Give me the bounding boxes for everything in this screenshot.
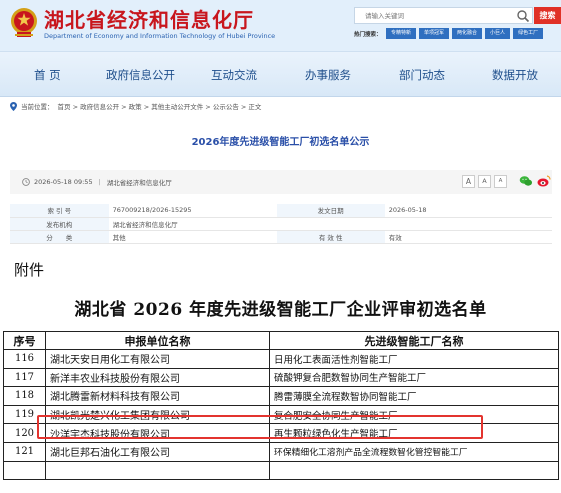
company-name [45,460,270,481]
factory-name: 环保精细化工溶剂产品全流程数智化管控智能工厂 [269,441,559,462]
info-key: 分 类 [10,230,109,244]
attachment-label: 附件 [14,261,45,279]
shortlist-table-wrap: 序号 申报单位名称 先进级智能工厂名称 116 湖北天安日用化工有限公司 日用化… [3,331,559,493]
breadcrumb-path[interactable]: 首页 > 政府信息公开 > 政策 > 其他主动公开文件 > 公示公告 > 正文 [58,101,262,111]
site-header: 湖北省经济和信息化厅 Department of Economy and Inf… [0,0,561,52]
search-icon[interactable] [516,9,530,23]
company-name: 新洋丰农业科技股份有限公司 [45,367,270,388]
info-key: 有 效 性 [276,230,385,244]
table-row: 116 湖北天安日用化工有限公司 日用化工表面活性剂智能工厂 [3,349,559,369]
wechat-icon[interactable] [519,174,533,188]
hot-tag[interactable]: 单项冠军 [419,28,450,39]
info-row: 发布机构 湖北省经济和信息化厅 [10,217,552,231]
company-name: 湖北天安日用化工有限公司 [45,349,270,369]
main-nav: 首 页 政府信息公开 互动交流 办事服务 部门动态 数据开放 [0,52,561,97]
info-key: 发文日期 [276,204,385,218]
page-title: 2026年度先进级智能工厂初选名单公示 [191,137,370,148]
document-info-table: 索 引 号 767009218/2026-15295 发文日期 2026-05-… [10,204,552,244]
shortlist-table: 序号 申报单位名称 先进级智能工厂名称 116 湖北天安日用化工有限公司 日用化… [3,331,559,481]
font-size-controls: A A A [462,175,507,188]
factory-name: 腾雷薄膜全流程数智协同智能工厂 [269,386,559,406]
column-header: 先进级智能工厂名称 [269,331,559,350]
info-key [276,217,385,231]
row-number: 121 [3,441,46,462]
nav-item-services[interactable]: 办事服务 [305,67,351,83]
info-value [384,217,552,231]
search-button[interactable]: 搜索 [534,7,561,24]
info-value: 2026-05-18 [384,204,552,218]
row-number [3,460,46,481]
meta-bar: 2026-05-18 09:55 | 湖北省经济和信息化厅 A A A [10,170,552,194]
row-highlight-box [37,415,483,439]
hot-tag[interactable]: 专精特新 [386,28,417,39]
nav-item-dept-news[interactable]: 部门动态 [399,67,445,83]
table-header-row: 序号 申报单位名称 先进级智能工厂名称 [3,331,559,350]
nav-item-home[interactable]: 首 页 [34,67,61,83]
factory-name: 硫酸钾复合肥数智协同生产智能工厂 [269,367,559,388]
row-number: 116 [3,349,46,369]
column-header: 序号 [3,331,46,350]
hot-tag[interactable]: 绿色工厂 [513,28,544,39]
table-row [3,460,559,481]
attachment-title: 湖北省 2026 年度先进级智能工厂企业评审初选名单 [74,300,487,320]
national-emblem-icon [11,8,37,37]
font-small-button[interactable]: A [494,175,507,188]
info-key: 索 引 号 [10,204,109,218]
nav-item-gov-info[interactable]: 政府信息公开 [106,67,175,83]
info-value: 其他 [108,230,277,244]
table-row: 121 湖北巨邦石油化工有限公司 环保精细化工溶剂产品全流程数智化管控智能工厂 [3,441,559,462]
hot-search-tags: 专精特新 单项冠军 两化融合 小巨人 绿色工厂 [386,28,544,39]
publish-date: 2026-05-18 09:55 [34,178,93,186]
table-row: 117 新洋丰农业科技股份有限公司 硫酸钾复合肥数智协同生产智能工厂 [3,367,559,388]
info-value: 767009218/2026-15295 [108,204,277,218]
publish-source: 湖北省经济和信息化厅 [106,179,172,187]
meta-separator: | [98,178,101,186]
hot-search-label: 热门搜索： [354,32,382,38]
row-number: 118 [3,386,46,406]
column-header: 申报单位名称 [45,331,270,350]
search-box [354,7,533,24]
hot-tag[interactable]: 小巨人 [485,28,511,39]
breadcrumb-label: 当前位置： [21,103,54,111]
site-title[interactable]: 湖北省经济和信息化厅 [44,4,254,33]
company-name: 湖北巨邦石油化工有限公司 [45,441,270,462]
font-large-button[interactable]: A [462,175,475,188]
info-key: 发布机构 [10,217,109,231]
company-name: 湖北腾雷新材料科技有限公司 [45,386,270,406]
location-pin-icon [10,101,17,111]
factory-name: 日用化工表面活性剂智能工厂 [269,349,559,369]
row-number: 117 [3,367,46,388]
factory-name [269,460,559,481]
clock-icon [22,178,30,186]
breadcrumb: 当前位置： 首页 > 政府信息公开 > 政策 > 其他主动公开文件 > 公示公告… [10,101,261,111]
weibo-icon[interactable] [537,174,551,188]
font-medium-button[interactable]: A [478,175,491,188]
info-value: 湖北省经济和信息化厅 [108,217,277,231]
site-subtitle: Department of Economy and Information Te… [44,32,276,40]
nav-item-interaction[interactable]: 互动交流 [211,67,257,83]
info-row: 分 类 其他 有 效 性 有效 [10,230,552,244]
info-value: 有效 [384,230,552,244]
hot-tag[interactable]: 两化融合 [452,28,483,39]
table-row: 118 湖北腾雷新材料科技有限公司 腾雷薄膜全流程数智协同智能工厂 [3,386,559,406]
nav-item-open-data[interactable]: 数据开放 [492,67,538,83]
search-input[interactable] [355,8,515,23]
info-row: 索 引 号 767009218/2026-15295 发文日期 2026-05-… [10,204,552,218]
